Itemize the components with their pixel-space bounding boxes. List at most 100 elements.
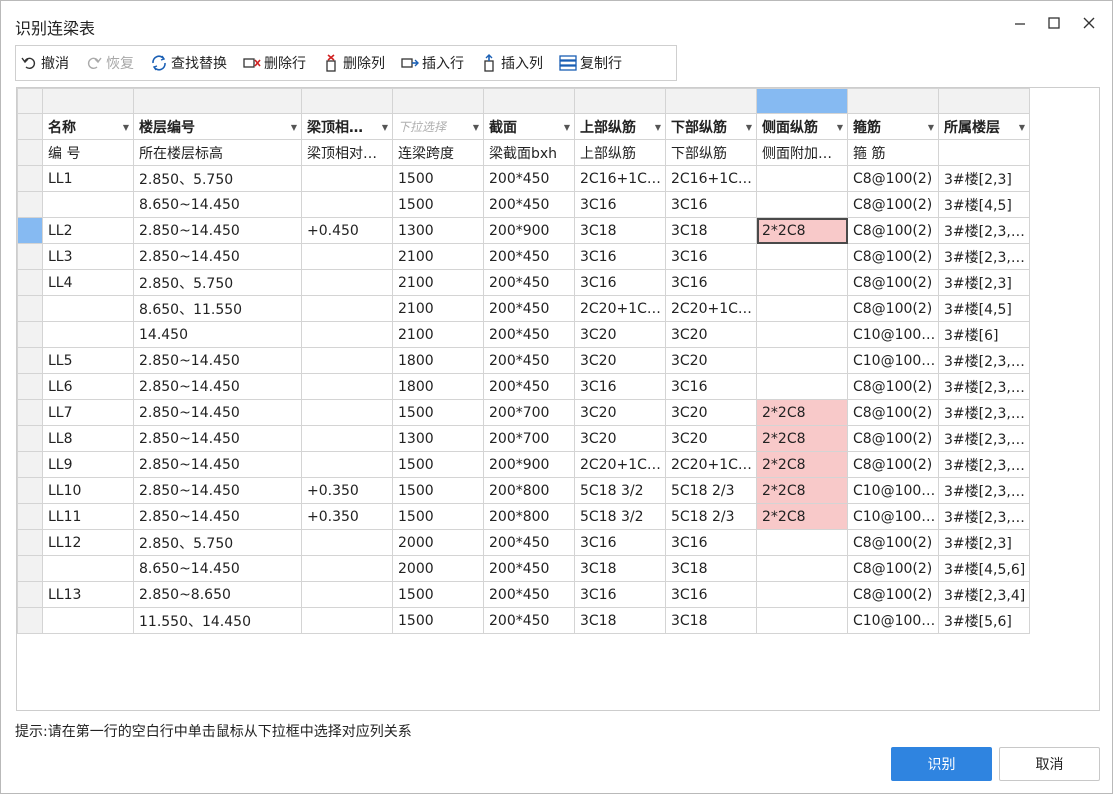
table-cell[interactable] — [756, 581, 848, 608]
table-cell[interactable] — [301, 425, 393, 452]
table-cell[interactable]: 200*700 — [483, 399, 575, 426]
table-cell[interactable]: 3C20 — [574, 321, 666, 348]
column-mapping-dropdown[interactable]: 楼层编号 ▼ — [133, 113, 302, 140]
column-selector-4[interactable] — [392, 88, 484, 114]
table-cell[interactable]: C8@100(2) — [847, 373, 939, 400]
table-cell[interactable]: 3#楼[2,3,… — [938, 373, 1030, 400]
table-cell[interactable]: 2000 — [392, 555, 484, 582]
table-cell[interactable] — [42, 295, 134, 322]
table-cell[interactable]: 3C20 — [574, 347, 666, 374]
delete-col-button[interactable]: 删除列 — [318, 48, 389, 78]
table-cell[interactable]: 2.850~14.450 — [133, 373, 302, 400]
table-cell[interactable]: C8@100(2) — [847, 269, 939, 296]
row-header[interactable] — [17, 607, 43, 634]
table-cell[interactable]: 8.650~14.450 — [133, 555, 302, 582]
table-cell[interactable]: 5C18 3/2 — [574, 503, 666, 530]
table-cell[interactable]: LL10 — [42, 477, 134, 504]
table-cell[interactable]: LL2 — [42, 217, 134, 244]
table-cell[interactable]: 5C18 2/3 — [665, 503, 757, 530]
table-cell[interactable] — [301, 165, 393, 192]
table-cell[interactable]: LL1 — [42, 165, 134, 192]
table-cell[interactable]: 5C18 3/2 — [574, 477, 666, 504]
table-cell[interactable]: 1500 — [392, 399, 484, 426]
table-row[interactable]: LL8 2.850~14.450 1300 200*700 3C20 3C20 2*2C8 C… — [17, 425, 1030, 452]
table-cell[interactable]: 1500 — [392, 477, 484, 504]
table-cell[interactable]: C8@100(2) — [847, 191, 939, 218]
table-cell[interactable]: 编 号 — [42, 139, 134, 166]
table-row[interactable]: 8.650~14.450 2000 200*450 3C18 3C18 C8@100(2)… — [17, 555, 1030, 582]
row-header[interactable] — [17, 477, 43, 504]
table-cell[interactable]: 2100 — [392, 295, 484, 322]
table-cell[interactable]: 3C16 — [665, 243, 757, 270]
table-cell[interactable]: 梁顶相对… — [301, 139, 393, 166]
table-cell[interactable]: 3#楼[2,3,… — [938, 243, 1030, 270]
chevron-down-icon[interactable]: ▼ — [382, 123, 388, 132]
table-cell[interactable]: 2.850~14.450 — [133, 477, 302, 504]
table-cell[interactable]: 3C20 — [665, 321, 757, 348]
table-cell[interactable]: 3C18 — [574, 607, 666, 634]
table-cell[interactable]: 连梁跨度 — [392, 139, 484, 166]
column-mapping-dropdown[interactable]: 梁顶相… ▼ — [301, 113, 393, 140]
copy-row-button[interactable]: 复制行 — [555, 48, 626, 78]
column-selector-8[interactable] — [756, 88, 848, 114]
table-cell[interactable]: 5C18 2/3 — [665, 477, 757, 504]
table-cell[interactable]: 下部纵筋 — [665, 139, 757, 166]
close-icon[interactable] — [1077, 11, 1101, 35]
table-cell[interactable] — [938, 139, 1030, 166]
column-selector-5[interactable] — [483, 88, 575, 114]
table-cell[interactable]: +0.450 — [301, 217, 393, 244]
table-cell[interactable]: LL5 — [42, 347, 134, 374]
table-cell[interactable]: C10@100… — [847, 503, 939, 530]
table-cell[interactable]: 3C16 — [574, 529, 666, 556]
row-header[interactable] — [17, 373, 43, 400]
row-header[interactable] — [17, 217, 43, 244]
table-cell[interactable] — [756, 347, 848, 374]
chevron-down-icon[interactable]: ▼ — [123, 123, 129, 132]
column-mapping-dropdown[interactable]: 上部纵筋 ▼ — [574, 113, 666, 140]
table-cell[interactable]: 3C18 — [665, 607, 757, 634]
table-cell[interactable]: LL9 — [42, 451, 134, 478]
table-row[interactable]: LL12 2.850、5.750 2000 200*450 3C16 3C16 C8@100… — [17, 529, 1030, 556]
table-cell[interactable]: 3#楼[4,5,6] — [938, 555, 1030, 582]
row-header[interactable] — [17, 321, 43, 348]
table-cell[interactable]: LL8 — [42, 425, 134, 452]
table-cell[interactable]: 2.850、5.750 — [133, 529, 302, 556]
table-cell[interactable]: 3C20 — [665, 347, 757, 374]
table-cell[interactable]: 2.850~14.450 — [133, 243, 302, 270]
table-cell[interactable] — [301, 373, 393, 400]
table-row[interactable]: 8.650、11.550 2100 200*450 2C20+1C… 2C20+1C… C… — [17, 295, 1030, 322]
row-header[interactable] — [17, 165, 43, 192]
table-cell[interactable]: C8@100(2) — [847, 295, 939, 322]
table-cell[interactable]: 3C20 — [574, 399, 666, 426]
table-cell[interactable]: 3#楼[2,3,… — [938, 217, 1030, 244]
table-cell[interactable]: 3#楼[2,3,… — [938, 451, 1030, 478]
chevron-down-icon[interactable]: ▼ — [655, 123, 661, 132]
chevron-down-icon[interactable]: ▼ — [928, 123, 934, 132]
row-header[interactable] — [17, 451, 43, 478]
table-cell[interactable] — [42, 555, 134, 582]
row-header[interactable] — [17, 399, 43, 426]
table-cell[interactable] — [301, 191, 393, 218]
table-cell[interactable]: C8@100(2) — [847, 581, 939, 608]
table-cell[interactable]: 1500 — [392, 165, 484, 192]
table-cell[interactable]: 3C18 — [574, 555, 666, 582]
table-cell[interactable]: 3#楼[4,5] — [938, 191, 1030, 218]
table-row[interactable]: 14.450 2100 200*450 3C20 3C20 C10@100… 3#楼[6] — [17, 321, 1030, 348]
table-cell[interactable]: C10@100… — [847, 347, 939, 374]
table-cell[interactable]: 2000 — [392, 529, 484, 556]
table-cell[interactable] — [42, 191, 134, 218]
table-cell[interactable]: 2*2C8 — [756, 217, 848, 244]
table-cell[interactable]: 1500 — [392, 451, 484, 478]
table-cell[interactable]: 8.650~14.450 — [133, 191, 302, 218]
chevron-down-icon[interactable]: ▼ — [746, 123, 752, 132]
table-row[interactable]: 11.550、14.450 1500 200*450 3C18 3C18 C10@100…… — [17, 607, 1030, 634]
table-cell[interactable]: 2C16+1C… — [665, 165, 757, 192]
column-selector-1[interactable] — [42, 88, 134, 114]
table-cell[interactable]: 3C18 — [574, 217, 666, 244]
table-cell[interactable]: C8@100(2) — [847, 451, 939, 478]
table-cell[interactable]: C10@100… — [847, 321, 939, 348]
table-row[interactable]: LL7 2.850~14.450 1500 200*700 3C20 3C20 2*2C8 C… — [17, 399, 1030, 426]
table-cell[interactable]: 2C20+1C… — [574, 295, 666, 322]
table-cell[interactable]: 3#楼[2,3] — [938, 529, 1030, 556]
table-cell[interactable]: 3C20 — [665, 425, 757, 452]
